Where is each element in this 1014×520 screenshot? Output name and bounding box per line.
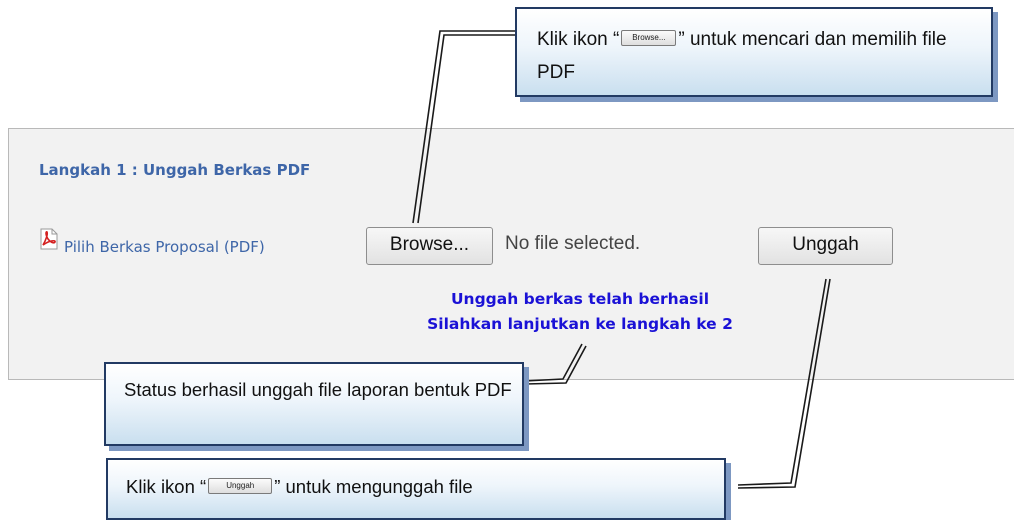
status-line-1: Unggah berkas telah berhasil [450,290,710,308]
callout-status-note: Status berhasil unggah file laporan bent… [104,362,524,446]
callout-status-text: Status berhasil unggah file laporan bent… [124,379,512,400]
browse-button[interactable]: Browse... [366,227,493,265]
status-line-2: Silahkan lanjutkan ke langkah ke 2 [427,315,733,333]
callout-bottom-suffix: ” untuk mengunggah file [274,476,473,497]
callout-top-prefix: Klik ikon “ [537,29,620,50]
callout-upload-instruction: Klik ikon “Unggah” untuk mengunggah file [106,458,726,520]
upload-button[interactable]: Unggah [758,227,893,265]
pdf-file-icon [40,228,58,250]
upload-success-status: Unggah berkas telah berhasil Silahkan la… [345,287,815,337]
upload-button-sample: Unggah [208,478,273,495]
pick-file-label: Pilih Berkas Proposal (PDF) [64,238,265,256]
callout-bottom-prefix: Klik ikon “ [126,476,207,497]
file-status-text: No file selected. [505,233,641,254]
step-title: Langkah 1 : Unggah Berkas PDF [39,161,311,179]
callout-browse-instruction: Klik ikon “Browse...” untuk mencari dan … [515,7,993,97]
browse-button-sample: Browse... [621,29,677,46]
